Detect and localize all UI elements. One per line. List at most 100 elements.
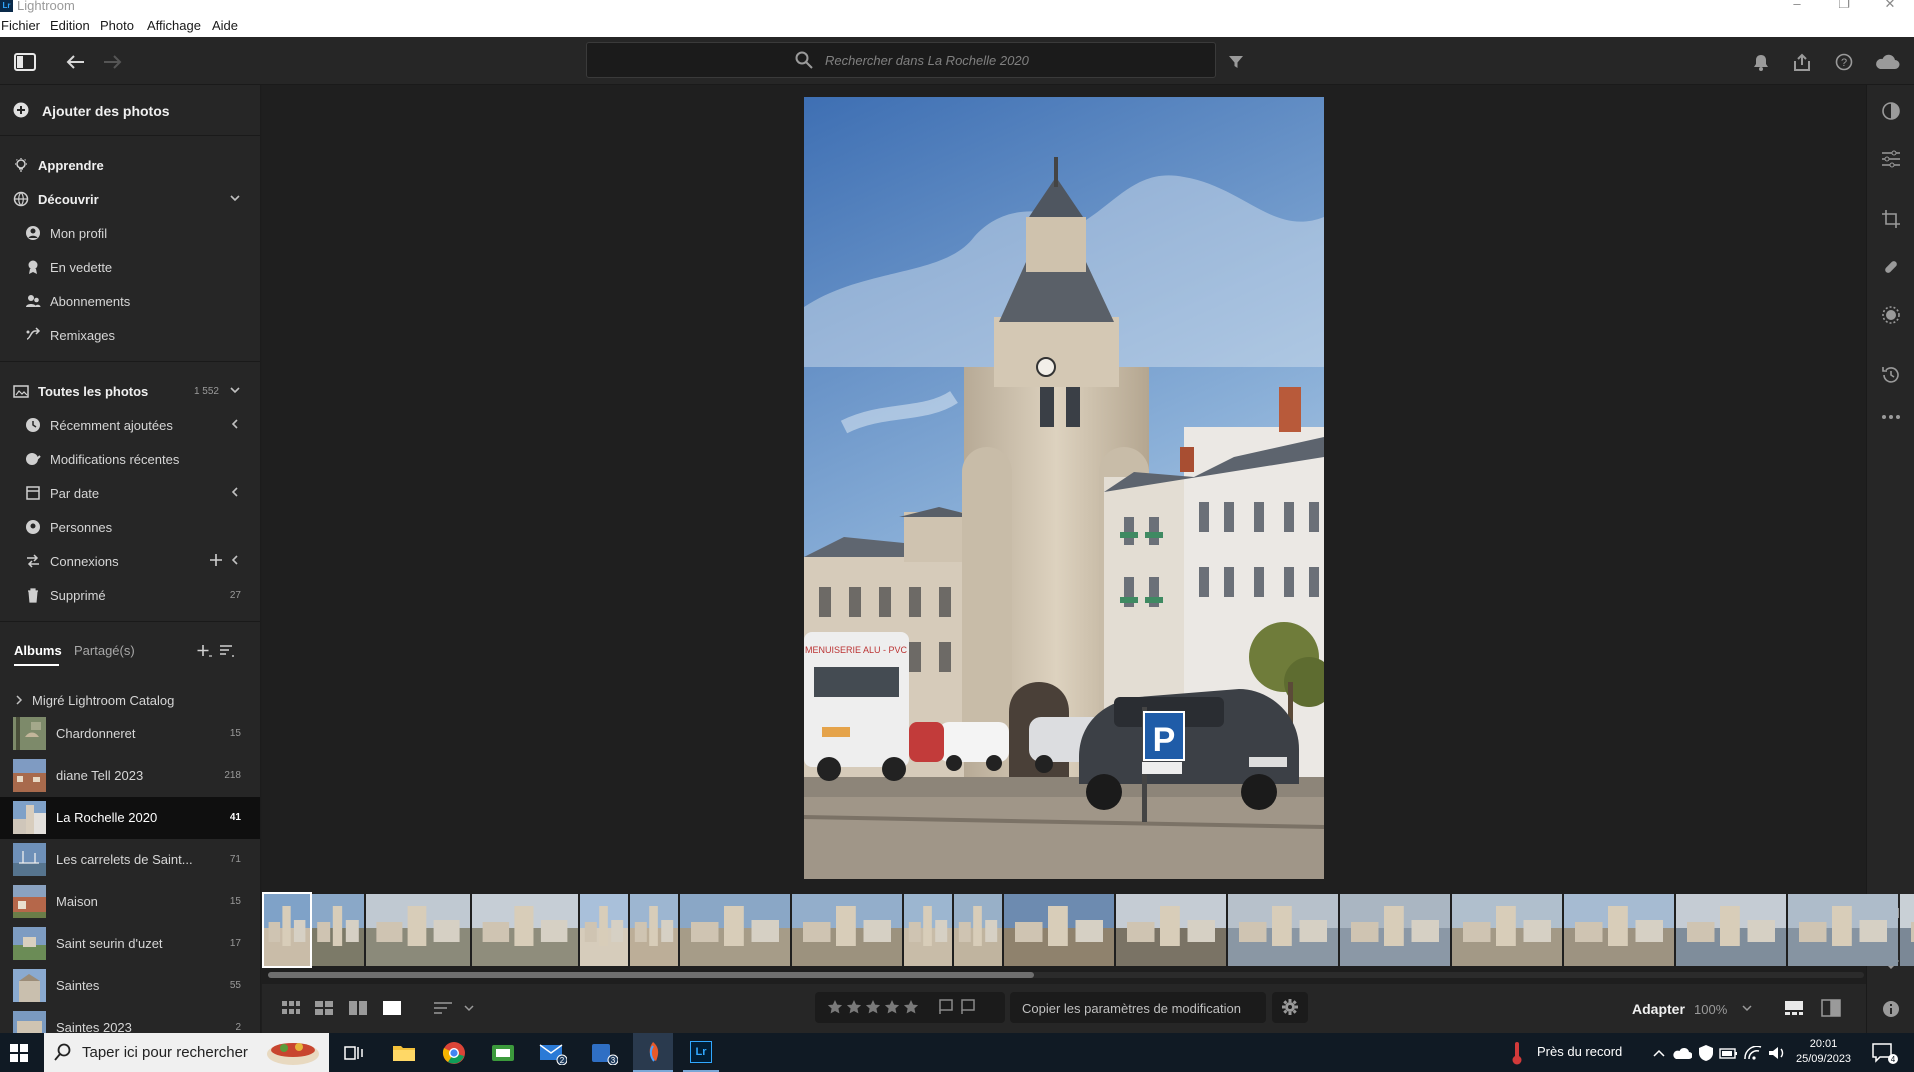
cloud-icon[interactable] [1874, 49, 1900, 75]
filmstrip-thumbnail[interactable] [1788, 894, 1898, 966]
detail-view-icon[interactable] [381, 996, 403, 1020]
sidebar-item-deleted[interactable]: Supprimé 27 [0, 580, 260, 610]
maximize-button[interactable]: ❐ [1829, 0, 1859, 13]
filmstrip-thumbnail[interactable] [904, 894, 952, 966]
filmstrip-thumbnail[interactable] [1452, 894, 1562, 966]
filmstrip-thumbnail[interactable] [1004, 894, 1114, 966]
sidebar-item-learn[interactable]: Apprendre [0, 150, 260, 180]
volume-icon[interactable] [1762, 1038, 1792, 1068]
settings-button[interactable] [1272, 992, 1308, 1023]
album-item[interactable]: diane Tell 2023 218 [0, 755, 260, 797]
file-explorer-icon[interactable] [389, 1038, 419, 1068]
album-item[interactable]: Maison 15 [0, 881, 260, 923]
search-field[interactable]: Rechercher dans La Rochelle 2020 [586, 42, 1216, 78]
sidebar-item-profile[interactable]: Mon profil [0, 218, 260, 248]
filmstrip-thumbnail[interactable] [312, 894, 364, 966]
back-arrow-icon[interactable] [62, 49, 88, 75]
album-item[interactable]: Saintes 2023 2 [0, 1007, 260, 1033]
chevron-down-icon[interactable] [229, 192, 241, 204]
sidebar-item-connections[interactable]: Connexions [0, 546, 260, 576]
filmstrip-thumbnail[interactable] [1676, 894, 1786, 966]
crop-icon[interactable] [1879, 207, 1903, 231]
lightroom-taskbar-icon[interactable]: Lr [683, 1033, 719, 1072]
star-icon[interactable] [827, 999, 843, 1015]
grid-small-icon[interactable] [280, 996, 302, 1020]
flag-reject-icon[interactable] [961, 999, 975, 1015]
bell-icon[interactable] [1748, 49, 1774, 75]
share-icon[interactable] [1789, 49, 1815, 75]
masking-icon[interactable] [1879, 303, 1903, 327]
filmstrip-scroll-thumb[interactable] [268, 972, 1035, 978]
tab-shared[interactable]: Partagé(s) [74, 643, 135, 658]
filmstrip-thumbnail[interactable] [630, 894, 678, 966]
windows-start-icon[interactable] [4, 1038, 34, 1068]
menu-aide[interactable]: Aide [212, 18, 238, 33]
grid-large-icon[interactable] [313, 996, 335, 1020]
add-connection-icon[interactable] [209, 553, 223, 567]
filter-icon[interactable] [1223, 49, 1249, 75]
chevron-left-icon[interactable] [229, 486, 241, 498]
album-item[interactable]: Chardonneret 15 [0, 713, 260, 755]
menu-edition[interactable]: Edition [50, 18, 90, 33]
panel-toggle-icon[interactable] [12, 49, 38, 75]
sidebar-item-by-date[interactable]: Par date [0, 478, 260, 508]
history-icon[interactable] [1879, 363, 1903, 387]
close-button[interactable]: ✕ [1875, 0, 1905, 13]
copy-settings-button[interactable]: Copier les paramètres de modification [1010, 992, 1266, 1023]
album-item[interactable]: Saint seurin d'uzet 17 [0, 923, 260, 965]
sidebar-item-subscriptions[interactable]: Abonnements [0, 286, 260, 316]
add-album-icon[interactable] [196, 643, 212, 659]
star-icon[interactable] [884, 999, 900, 1015]
star-icon[interactable] [903, 999, 919, 1015]
filmstrip-scrollbar[interactable] [268, 972, 1864, 978]
chevron-down-icon[interactable] [462, 996, 476, 1020]
chevron-down-icon[interactable] [229, 384, 241, 396]
forward-arrow-icon[interactable] [100, 49, 126, 75]
filmstrip-thumbnail[interactable] [680, 894, 790, 966]
filmstrip-thumbnail[interactable] [1116, 894, 1226, 966]
chevron-down-icon[interactable] [1740, 996, 1754, 1020]
adjust-sliders-icon[interactable] [1879, 147, 1903, 171]
chevron-right-icon[interactable] [14, 694, 24, 706]
album-item-selected[interactable]: La Rochelle 2020 41 [0, 797, 260, 839]
taskbar-clock[interactable]: 20:01 25/09/2023 [1796, 1037, 1851, 1067]
sidebar-item-people[interactable]: Personnes [0, 512, 260, 542]
sidebar-item-remixes[interactable]: Remixages [0, 320, 260, 350]
sort-icon[interactable] [219, 644, 235, 658]
menu-fichier[interactable]: Fichier [1, 18, 40, 33]
more-icon[interactable] [1879, 405, 1903, 429]
chevron-left-icon[interactable] [229, 554, 241, 566]
search-input[interactable]: Rechercher dans La Rochelle 2020 [825, 53, 1029, 68]
filmstrip-thumbnail[interactable] [1564, 894, 1674, 966]
filmstrip-thumbnail[interactable] [1900, 894, 1914, 966]
info-icon[interactable] [1879, 997, 1903, 1021]
filmstrip-thumbnail-selected[interactable] [262, 892, 312, 968]
taskbar-search-box[interactable]: Taper ici pour rechercher [44, 1033, 329, 1072]
before-after-icon[interactable] [1819, 996, 1843, 1020]
sidebar-item-featured[interactable]: En vedette [0, 252, 260, 282]
sidebar-item-all-photos[interactable]: Toutes les photos 1 552 [0, 376, 260, 406]
compare-view-icon[interactable] [347, 996, 369, 1020]
main-photo[interactable]: MENUISERIE ALU - PVC P [804, 97, 1324, 879]
sidebar-item-discover[interactable]: Découvrir [0, 184, 260, 214]
teams-icon[interactable]: 3 [589, 1038, 619, 1068]
zoom-level-select[interactable]: 100% [1694, 1002, 1727, 1017]
weather-status[interactable]: Près du record [1537, 1044, 1622, 1059]
star-icon[interactable] [865, 999, 881, 1015]
menu-photo[interactable]: Photo [100, 18, 134, 33]
menu-affichage[interactable]: Affichage [147, 18, 201, 33]
fit-zoom-button[interactable]: Adapter [1632, 1001, 1685, 1017]
filmstrip-thumbnail[interactable] [792, 894, 902, 966]
filmstrip-thumbnail[interactable] [954, 894, 1002, 966]
flag-pick-icon[interactable] [939, 999, 953, 1015]
edit-icon[interactable] [1879, 99, 1903, 123]
filmstrip-toggle-icon[interactable] [1782, 996, 1806, 1020]
minimize-button[interactable]: – [1782, 0, 1812, 13]
chrome-icon[interactable] [439, 1038, 469, 1068]
album-item[interactable]: Les carrelets de Saint... 71 [0, 839, 260, 881]
sort-list-icon[interactable] [432, 996, 454, 1020]
green-app-icon[interactable] [488, 1038, 518, 1068]
filmstrip-thumbnail[interactable] [1340, 894, 1450, 966]
star-icon[interactable] [846, 999, 862, 1015]
notification-icon[interactable]: 4 [1870, 1038, 1900, 1068]
